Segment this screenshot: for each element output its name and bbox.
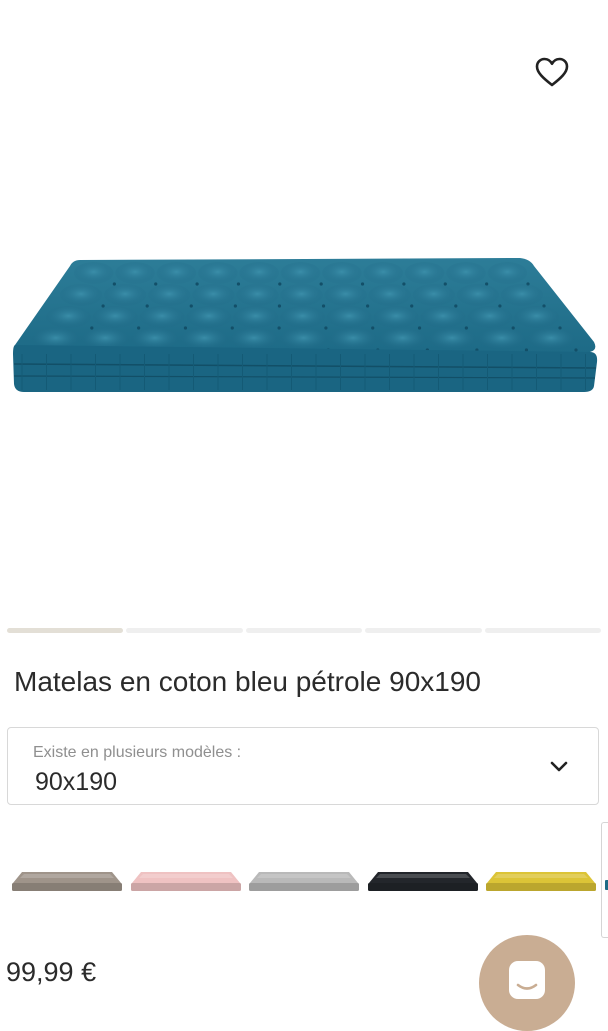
gallery-dot[interactable]	[7, 628, 124, 633]
chat-icon	[509, 961, 545, 999]
mattress-image	[13, 258, 598, 392]
color-swatches	[0, 830, 608, 930]
swatch-scroll-edge[interactable]	[601, 822, 608, 938]
favorite-button[interactable]	[528, 50, 576, 94]
variant-value: 90x190	[35, 768, 118, 796]
swatch-mattress-icon	[249, 872, 359, 891]
variant-select[interactable]: Existe en plusieurs modèles : 90x190	[7, 727, 599, 805]
product-title: Matelas en coton bleu pétrole 90x190	[14, 666, 481, 697]
swatch-black[interactable]	[366, 862, 480, 898]
variant-caption: Existe en plusieurs modèles :	[33, 744, 242, 761]
swatch-mattress-icon	[486, 872, 596, 891]
chat-button[interactable]	[479, 935, 575, 1031]
gallery-dot[interactable]	[365, 628, 482, 633]
swatch-grey[interactable]	[247, 862, 361, 898]
chevron-down-icon	[550, 761, 568, 772]
swatch-taupe[interactable]	[10, 862, 124, 898]
swatch-mattress-icon	[130, 872, 241, 891]
gallery-pagination	[7, 628, 602, 634]
swatch-pink[interactable]	[129, 862, 243, 898]
swatch-yellow[interactable]	[484, 862, 598, 898]
swatch-mattress-icon	[367, 872, 478, 891]
product-price: 99,99 €	[6, 957, 97, 987]
heart-icon	[535, 57, 569, 87]
swatch-mattress-icon	[12, 872, 122, 891]
gallery-dot[interactable]	[484, 628, 602, 633]
gallery-dot[interactable]	[245, 628, 363, 633]
product-gallery[interactable]	[0, 0, 608, 633]
gallery-dot[interactable]	[126, 628, 243, 633]
